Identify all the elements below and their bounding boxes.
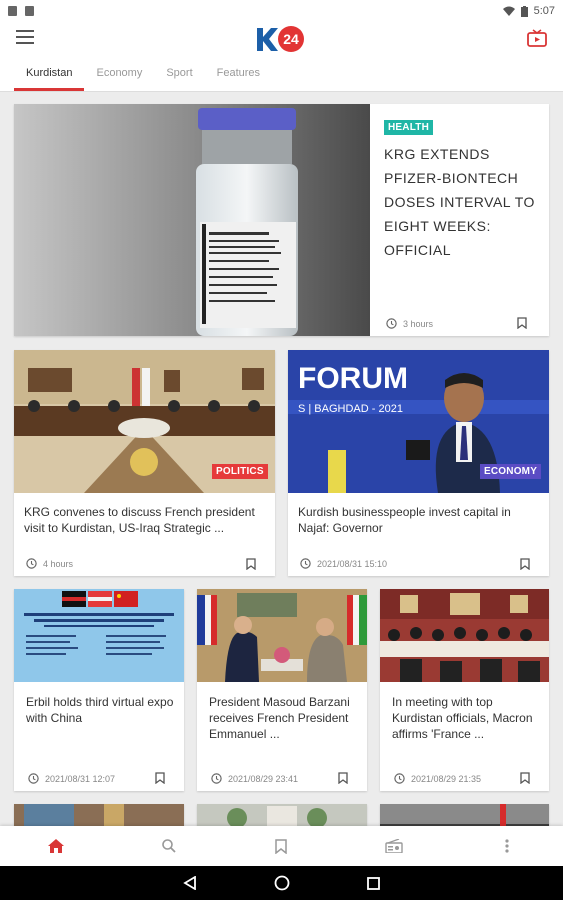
clock-icon — [394, 773, 405, 784]
category-badge-economy[interactable]: ECONOMY — [480, 464, 542, 479]
live-tv-icon[interactable] — [527, 29, 547, 47]
bookmark-icon[interactable] — [520, 558, 530, 570]
article-card[interactable] — [14, 804, 184, 826]
nav-bookmarks[interactable] — [261, 831, 301, 861]
article-time: 2021/08/31 12:07 — [45, 773, 116, 784]
article-image — [380, 589, 549, 682]
recents-button[interactable] — [364, 873, 384, 893]
article-image — [197, 804, 367, 826]
clock-icon — [26, 558, 37, 569]
notification-icon — [8, 6, 17, 16]
article-title[interactable]: KRG convenes to discuss French president… — [24, 504, 264, 536]
back-button[interactable] — [180, 873, 200, 893]
article-title[interactable]: KRG EXTENDS PFIZER-BIONTECH DOSES INTERV… — [384, 142, 536, 262]
battery-icon — [520, 5, 528, 17]
bookmark-icon[interactable] — [155, 772, 165, 784]
forum-sign-text: FORUM — [298, 362, 408, 395]
article-time: 2021/08/31 15:10 — [317, 558, 388, 569]
clock-icon — [386, 318, 397, 329]
tab-kurdistan[interactable]: Kurdistan — [14, 56, 85, 91]
article-time: 4 hours — [43, 558, 74, 569]
nav-search[interactable] — [149, 831, 189, 861]
tab-features[interactable]: Features — [205, 56, 272, 91]
home-circle-icon — [274, 875, 289, 891]
article-time: 2021/08/29 21:35 — [411, 773, 482, 784]
back-icon — [182, 876, 196, 890]
svg-text:24: 24 — [283, 31, 299, 47]
article-title[interactable]: Kurdish businesspeople invest capital in… — [298, 504, 538, 536]
article-meta: 3 hours — [386, 318, 433, 329]
article-title[interactable]: President Masoud Barzani receives French… — [209, 694, 359, 742]
clock-icon — [28, 773, 39, 784]
search-icon — [162, 839, 176, 853]
article-card[interactable]: FORUM S | BAGHDAD - 2021 ECONOMY Kurdish… — [288, 350, 549, 576]
article-meta: 2021/08/31 12:07 — [28, 773, 115, 784]
forum-sign-subtext: S | BAGHDAD - 2021 — [298, 403, 403, 415]
system-navigation-bar — [0, 866, 563, 900]
article-card[interactable]: Erbil holds third virtual expo with Chin… — [14, 589, 184, 791]
tab-economy[interactable]: Economy — [84, 56, 154, 91]
article-time: 2021/08/29 23:41 — [228, 773, 299, 784]
article-title[interactable]: In meeting with top Kurdistan officials,… — [392, 694, 542, 742]
recents-icon — [367, 876, 380, 890]
clock-time: 5:07 — [533, 5, 555, 17]
status-bar: 5:07 — [0, 0, 563, 22]
bookmark-icon — [275, 838, 288, 854]
bottom-navigation — [0, 826, 563, 866]
nav-home[interactable] — [36, 831, 76, 861]
app-bar: 24 — [0, 22, 563, 56]
article-image — [14, 589, 184, 682]
article-card[interactable]: POLITICS KRG convenes to discuss French … — [14, 350, 275, 576]
article-card[interactable] — [380, 804, 549, 826]
article-card[interactable] — [197, 804, 367, 826]
featured-article-card[interactable]: HEALTH KRG EXTENDS PFIZER-BIONTECH DOSES… — [14, 104, 549, 336]
home-button[interactable] — [272, 873, 292, 893]
article-image — [197, 589, 367, 682]
clock-icon — [300, 558, 311, 569]
wifi-icon — [502, 6, 515, 16]
bookmark-icon[interactable] — [338, 772, 348, 784]
bookmark-icon[interactable] — [246, 558, 256, 570]
clock-icon — [211, 773, 222, 784]
bookmark-icon[interactable] — [520, 772, 530, 784]
article-meta: 4 hours — [26, 558, 73, 569]
news-feed[interactable]: HEALTH KRG EXTENDS PFIZER-BIONTECH DOSES… — [0, 92, 563, 826]
k24-logo[interactable]: 24 — [255, 24, 309, 54]
category-badge-health[interactable]: HEALTH — [384, 120, 434, 135]
article-card[interactable]: In meeting with top Kurdistan officials,… — [380, 589, 549, 791]
article-image — [14, 104, 370, 336]
radio-icon — [385, 839, 403, 853]
menu-icon[interactable] — [16, 30, 34, 46]
bookmark-icon[interactable] — [517, 317, 527, 329]
article-meta: 2021/08/31 15:10 — [300, 558, 387, 569]
more-icon — [505, 839, 509, 853]
category-badge-politics[interactable]: POLITICS — [212, 464, 268, 479]
article-card[interactable]: President Masoud Barzani receives French… — [197, 589, 367, 791]
nav-more[interactable] — [487, 831, 527, 861]
article-title[interactable]: Erbil holds third virtual expo with Chin… — [26, 694, 174, 726]
article-time: 3 hours — [403, 318, 434, 329]
nav-radio[interactable] — [374, 831, 414, 861]
article-image — [380, 804, 549, 826]
category-tabs: Kurdistan Economy Sport Features — [0, 56, 563, 92]
tab-sport[interactable]: Sport — [154, 56, 204, 91]
home-icon — [48, 839, 65, 853]
sd-card-icon — [25, 6, 34, 16]
article-image — [14, 804, 184, 826]
article-meta: 2021/08/29 21:35 — [394, 773, 481, 784]
article-meta: 2021/08/29 23:41 — [211, 773, 298, 784]
